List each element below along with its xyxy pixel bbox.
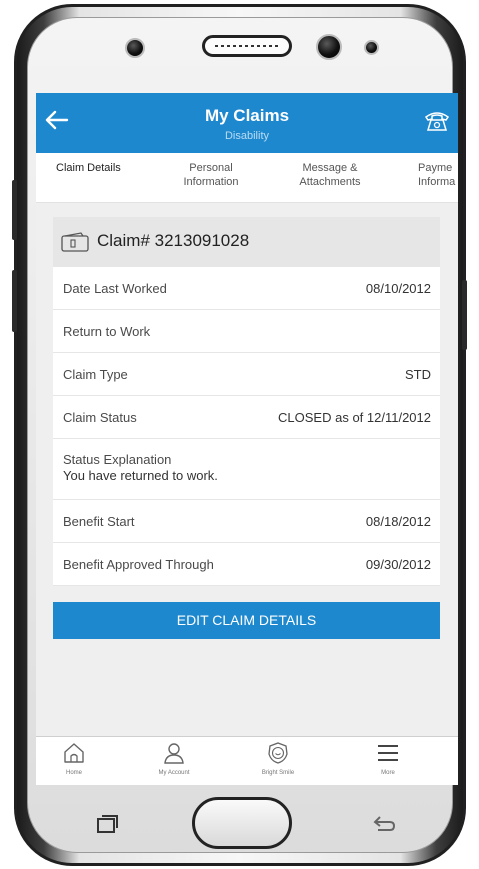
- home-icon: [64, 743, 84, 763]
- detail-label: Date Last Worked: [63, 281, 167, 296]
- front-sensor-icon: [125, 38, 145, 58]
- detail-label: Claim Status: [63, 410, 137, 425]
- volume-up-button: [12, 180, 17, 240]
- detail-label: Benefit Approved Through: [63, 557, 214, 572]
- claim-header: Claim# 3213091028: [53, 217, 440, 267]
- bottom-navigation: Home My Account Bright Smile More: [36, 736, 458, 785]
- detail-value: 08/18/2012: [365, 514, 431, 529]
- tab-payment-information[interactable]: Payme Informa: [418, 161, 458, 189]
- detail-row-status-explanation: Status Explanation You have returned to …: [53, 439, 440, 500]
- detail-row-return-to-work: Return to Work: [53, 310, 440, 353]
- detail-value: 09/30/2012: [365, 557, 431, 572]
- nav-my-account[interactable]: My Account: [139, 741, 209, 776]
- smile-badge-icon: [268, 742, 288, 764]
- edit-claim-details-button[interactable]: EDIT CLAIM DETAILS: [53, 602, 440, 639]
- nav-bright-smile[interactable]: Bright Smile: [243, 741, 313, 776]
- app-bar: My Claims Disability: [36, 93, 458, 153]
- tab-label: Information: [183, 176, 239, 188]
- tab-bar: Claim Details Personal Information Messa…: [36, 153, 458, 203]
- earpiece-speaker: [202, 35, 292, 57]
- nav-home[interactable]: Home: [39, 741, 109, 776]
- detail-row-benefit-start: Benefit Start 08/18/2012: [53, 500, 440, 543]
- power-button: [462, 280, 467, 350]
- back-hardware-icon: [373, 816, 396, 831]
- detail-value: STD: [405, 367, 431, 382]
- volume-down-button: [12, 270, 17, 332]
- recent-apps-icon: [97, 815, 118, 833]
- detail-label: Claim Type: [63, 367, 128, 382]
- detail-value: CLOSED as of 12/11/2012: [278, 410, 431, 425]
- detail-row-date-last-worked: Date Last Worked 08/10/2012: [53, 267, 440, 310]
- tab-message-attachments[interactable]: Message & Attachments: [292, 161, 368, 189]
- detail-label: Return to Work: [63, 324, 151, 339]
- tab-label: Payme: [418, 162, 453, 174]
- nav-more[interactable]: More: [353, 741, 423, 776]
- page-subtitle: Disability: [224, 130, 269, 142]
- hamburger-icon: [378, 745, 398, 761]
- page-title: My Claims: [204, 106, 290, 125]
- home-hardware-button[interactable]: [192, 797, 292, 849]
- claim-number: Claim# 3213091028: [97, 231, 250, 250]
- app-screen: My Claims Disability Claim Details Perso…: [36, 93, 458, 785]
- nav-label: More: [381, 770, 395, 776]
- tab-label: Attachments: [299, 176, 361, 188]
- tab-personal-information[interactable]: Personal Information: [176, 161, 246, 189]
- call-button[interactable]: [424, 109, 450, 133]
- detail-row-benefit-approved-through: Benefit Approved Through 09/30/2012: [53, 543, 440, 586]
- tab-label: Personal: [189, 162, 233, 174]
- claim-content: Claim# 3213091028 Date Last Worked 08/10…: [36, 203, 458, 736]
- user-icon: [164, 743, 184, 764]
- tab-label: Informa: [418, 176, 456, 188]
- nav-label: Bright Smile: [261, 770, 295, 776]
- detail-value: You have returned to work.: [63, 468, 218, 483]
- detail-label: Status Explanation: [63, 452, 172, 467]
- tab-label: Claim Details: [56, 162, 121, 174]
- detail-row-claim-status: Claim Status CLOSED as of 12/11/2012: [53, 396, 440, 439]
- front-camera-icon: [316, 34, 342, 60]
- nav-label: Home: [65, 770, 82, 776]
- nav-label: My Account: [158, 770, 190, 776]
- proximity-sensor-icon: [364, 40, 379, 55]
- claim-card: Claim# 3213091028 Date Last Worked 08/10…: [53, 217, 440, 586]
- tab-label: Message &: [302, 162, 358, 174]
- detail-value: 08/10/2012: [365, 281, 431, 296]
- detail-label: Benefit Start: [63, 514, 135, 529]
- wallet-icon: [61, 232, 89, 252]
- detail-row-claim-type: Claim Type STD: [53, 353, 440, 396]
- telephone-icon: [424, 112, 450, 131]
- tab-claim-details[interactable]: Claim Details: [56, 161, 121, 175]
